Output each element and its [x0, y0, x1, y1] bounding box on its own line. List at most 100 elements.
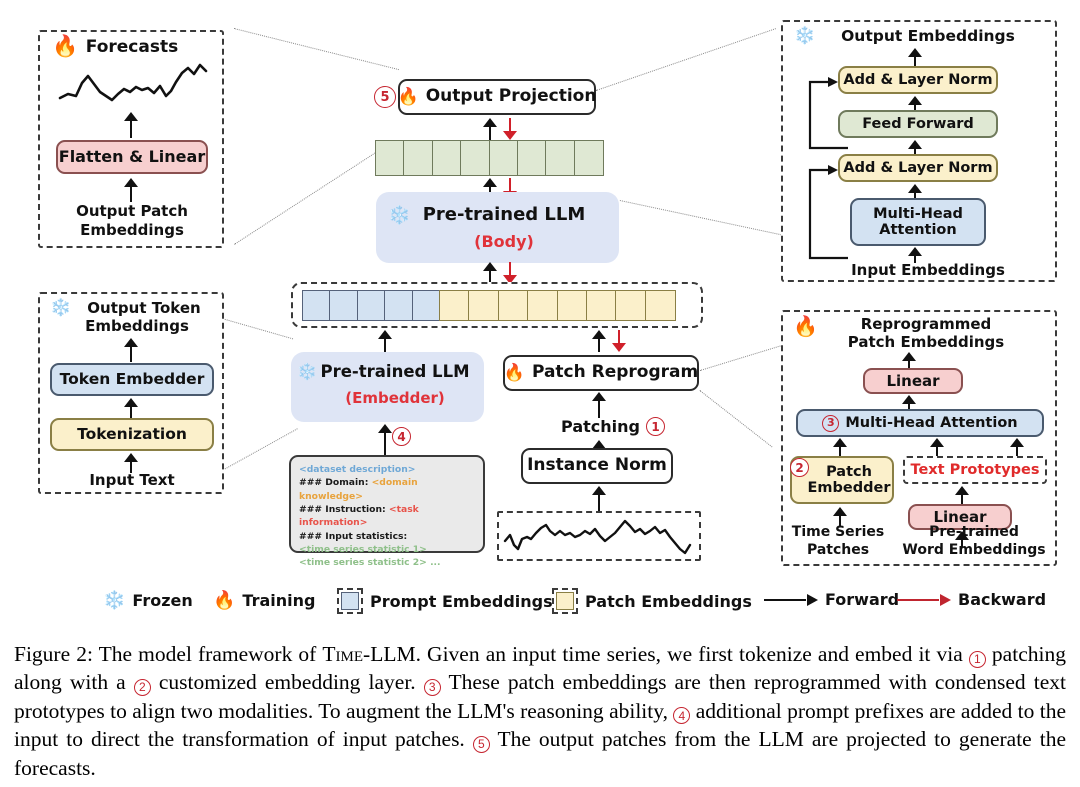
- llm-body-title: Pre-trained LLM: [422, 204, 586, 225]
- prompt-text-box[interactable]: <dataset description> ### Domain: <domai…: [289, 455, 485, 568]
- legend-prompt-embeddings: Prompt Embeddings: [337, 588, 553, 614]
- prompt-embedding-cell: [356, 290, 386, 321]
- multihead-attention-box[interactable]: Multi-Head Attention: [850, 198, 986, 246]
- legend-forward: Forward: [764, 590, 899, 609]
- patch-embedding-cell: [439, 290, 471, 321]
- linear-top-box[interactable]: Linear: [863, 368, 963, 394]
- input-text-label: Input Text: [89, 471, 175, 489]
- legend-patch-embeddings: Patch Embeddings: [552, 588, 752, 614]
- reprogrammed-title-l2: Patch Embeddings: [847, 333, 1005, 351]
- patch-embedding-cell: [615, 290, 647, 321]
- legend-patch-embeddings-label: Patch Embeddings: [585, 591, 752, 611]
- arrow-attention-to-linear: [902, 395, 916, 409]
- arrow-backward-strip-to-reprogram: [612, 330, 626, 352]
- patch-embedding-cell: [468, 290, 500, 321]
- prompt-embedding-cell: [329, 290, 359, 321]
- leader-line-forecast-top: [233, 28, 399, 71]
- prompt-embedding-swatch: [337, 588, 363, 614]
- transformer-output-embeddings-title: Output Embeddings: [841, 27, 1015, 45]
- add-layer-norm-bottom-box[interactable]: Add & Layer Norm: [838, 154, 998, 182]
- arrow-embedder-to-output: [124, 338, 138, 362]
- arrow-patchembedder-to-attention: [833, 438, 847, 456]
- instance-norm-box[interactable]: Instance Norm: [521, 448, 673, 484]
- output-token-embeddings-title-l1: Output Token: [87, 299, 201, 317]
- output-token-cell: [488, 140, 519, 176]
- prompt-key-input-statistics: ### Input statistics:: [299, 530, 408, 542]
- step-2-circle: 2: [790, 458, 809, 477]
- caption-text-1: The model framework of: [92, 642, 323, 666]
- prompt-embedding-cell: [411, 290, 441, 321]
- legend-backward-label: Backward: [958, 590, 1047, 609]
- snowflake-icon-legend: ❄️: [103, 590, 126, 611]
- leader-line-reprogram-bottom: [699, 390, 773, 448]
- leader-line-tokenemb-top: [221, 318, 294, 340]
- arrow-addnorm-to-output: [908, 48, 922, 66]
- flatten-linear-box[interactable]: Flatten & Linear: [56, 140, 208, 174]
- figure-caption: Figure 2: The model framework of Time-LL…: [14, 640, 1066, 782]
- arrow-flatten-to-forecast: [124, 112, 138, 138]
- patch-embedding-cell: [586, 290, 618, 321]
- arrow-linear-to-reprogrammed: [902, 352, 916, 368]
- arrow-addnorm-bottom-to-ff: [908, 140, 922, 154]
- time-series-patches-l2: Patches: [806, 542, 870, 558]
- legend: ❄️ Frozen 🔥 Training Prompt Embeddings P…: [0, 586, 1080, 626]
- token-embedder-box[interactable]: Token Embedder: [50, 363, 214, 396]
- llm-body-subtitle: (Body): [474, 232, 534, 251]
- output-token-cell: [375, 140, 405, 176]
- combined-embeddings-strip: [302, 290, 676, 321]
- prompt-stat-1: <time series statistic 1>: [299, 544, 427, 556]
- output-patch-embeddings-label-l2: Embeddings: [80, 221, 184, 239]
- arrow-prototypes-to-attention-b: [1010, 438, 1024, 456]
- snowflake-icon-transformer: ❄️: [794, 26, 816, 46]
- arrow-inputtext-to-tokenization: [124, 453, 138, 473]
- feed-forward-box[interactable]: Feed Forward: [838, 110, 998, 138]
- legend-forward-label: Forward: [825, 590, 900, 609]
- patch-embedder-label-l1: Patch: [826, 463, 872, 480]
- output-token-cell: [573, 140, 604, 176]
- caption-figure-number: Figure 2:: [14, 642, 93, 666]
- arrow-embedder-to-strip: [378, 330, 392, 352]
- text-prototypes-box: Text Prototypes: [903, 456, 1047, 484]
- caption-model-name: Time-LLM: [322, 642, 416, 666]
- leader-line-tokenemb-bottom: [222, 428, 298, 471]
- prompt-embedding-cell: [302, 290, 331, 321]
- llm-embedder-subtitle: (Embedder): [345, 389, 445, 407]
- patch-reprogram-box[interactable]: 🔥 Patch Reprogram: [503, 355, 699, 391]
- reprogram-attention-box[interactable]: 3 Multi-Head Attention: [796, 409, 1044, 437]
- prompt-line-dataset-description: <dataset description>: [299, 464, 416, 475]
- step-1-circle: 1: [646, 417, 665, 436]
- snowflake-icon-llm-embedder: ❄️: [297, 362, 317, 381]
- patch-embedding-cell: [644, 290, 676, 321]
- input-time-series-sparkline: [503, 519, 692, 555]
- forecasts-title: Forecasts: [85, 37, 179, 57]
- output-token-embeddings-title-l2: Embeddings: [85, 317, 189, 335]
- output-patch-embeddings-label-l1: Output Patch: [76, 202, 188, 220]
- reprogrammed-title-l1: Reprogrammed: [860, 315, 992, 333]
- arrow-prompt-to-embedder: [378, 424, 392, 456]
- word-embeddings-l2: Word Embeddings: [902, 542, 1046, 558]
- word-embeddings-l1: Pre-trained: [929, 524, 1019, 540]
- prompt-key-domain: ### Domain:: [299, 477, 369, 489]
- time-series-patches-l1: Time Series: [791, 524, 885, 540]
- fire-icon-patch-reprogram: 🔥: [503, 362, 525, 383]
- arrow-embeddings-to-llm: [483, 262, 497, 284]
- output-projection-box[interactable]: 🔥 Output Projection: [398, 79, 596, 115]
- patch-embedding-cell: [527, 290, 559, 321]
- add-layer-norm-top-box[interactable]: Add & Layer Norm: [838, 66, 998, 94]
- fire-icon-output-projection: 🔥: [397, 86, 419, 107]
- pretrained-llm-body-box[interactable]: [376, 192, 619, 263]
- caption-step-1: 1: [968, 650, 986, 668]
- caption-step-2: 2: [133, 678, 151, 696]
- tokenization-box[interactable]: Tokenization: [50, 418, 214, 451]
- arrow-tokenization-to-embedder: [124, 398, 138, 418]
- llm-embedder-title: Pre-trained LLM: [320, 362, 470, 381]
- output-token-cell: [545, 140, 576, 176]
- caption-step-3: 3: [423, 678, 441, 696]
- step-5-circle: 5: [374, 86, 396, 108]
- leader-line-forecast-bottom: [234, 147, 384, 245]
- legend-training-label: Training: [242, 591, 316, 610]
- arrow-backward-to-embeddings: [503, 262, 517, 284]
- prompt-key-instruction: ### Instruction:: [299, 504, 386, 516]
- backward-arrow-icon: [897, 593, 951, 606]
- legend-frozen: ❄️ Frozen: [103, 590, 193, 611]
